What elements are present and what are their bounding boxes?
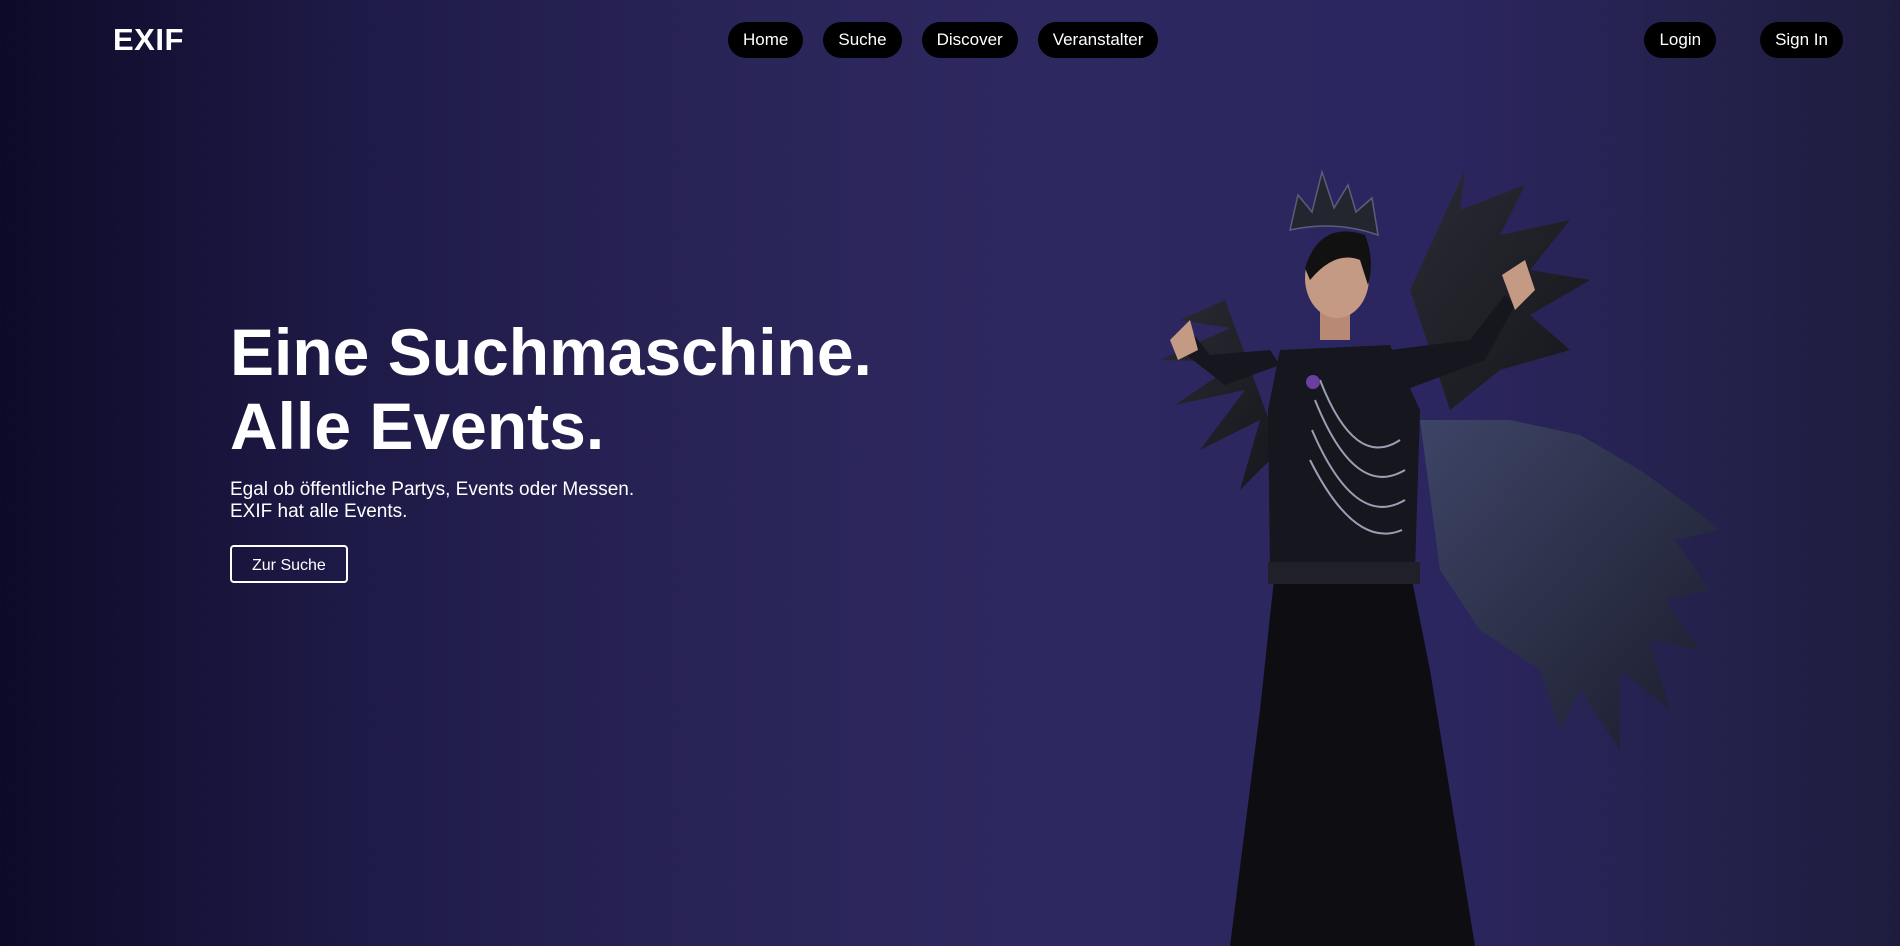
main-nav: Home Suche Discover Veranstalter — [728, 22, 1159, 58]
hero-section: Eine Suchmaschine. Alle Events. Egal ob … — [230, 315, 1030, 583]
hero-subtitle-line-1: Egal ob öffentliche Partys, Events oder … — [230, 479, 635, 500]
hero-subtitle: Egal ob öffentliche Partys, Events oder … — [230, 479, 1030, 523]
hero-subtitle-line-2: EXIF hat alle Events. — [230, 501, 408, 522]
login-button[interactable]: Login — [1644, 22, 1717, 58]
hero-headline-line-2: Alle Events. — [230, 389, 605, 463]
logo[interactable]: EXIF — [113, 22, 184, 58]
zur-suche-button[interactable]: Zur Suche — [230, 545, 348, 583]
nav-suche-button[interactable]: Suche — [823, 22, 902, 58]
hero-winged-figure-image — [1120, 150, 1800, 946]
sign-in-button[interactable]: Sign In — [1760, 22, 1843, 58]
nav-home-button[interactable]: Home — [728, 22, 804, 58]
auth-buttons: Login Sign In — [1644, 22, 1843, 58]
hero-headline: Eine Suchmaschine. Alle Events. — [230, 315, 1030, 463]
hero-headline-line-1: Eine Suchmaschine. — [230, 315, 872, 389]
nav-discover-button[interactable]: Discover — [921, 22, 1018, 58]
top-navigation-bar: EXIF Home Suche Discover Veranstalter Lo… — [0, 0, 1900, 80]
nav-veranstalter-button[interactable]: Veranstalter — [1037, 22, 1159, 58]
